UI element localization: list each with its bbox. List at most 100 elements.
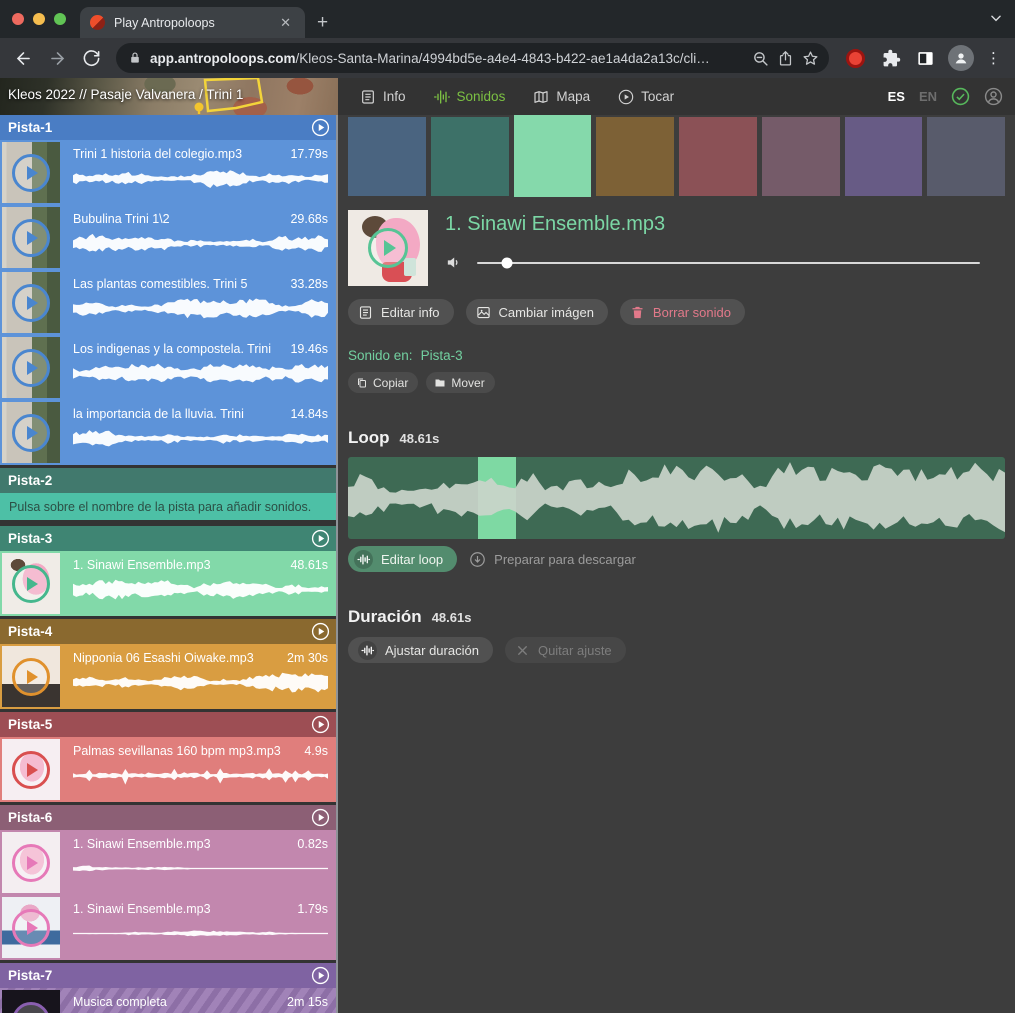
clip-thumbnail[interactable] — [2, 739, 60, 800]
volume-slider[interactable] — [477, 262, 980, 264]
clip-item[interactable]: Los indigenas y la compostela. Trini19.4… — [0, 335, 338, 400]
track-link[interactable]: Pista-3 — [421, 348, 463, 363]
track-header-pista-6[interactable]: Pista-6 — [0, 805, 338, 830]
language-en[interactable]: EN — [919, 89, 937, 104]
nav-item-mapa[interactable]: Mapa — [533, 89, 590, 105]
clip-play-button[interactable] — [12, 909, 50, 947]
clip-text-row: 1. Sinawi Ensemble.mp31.79s — [73, 902, 328, 916]
clip-thumbnail[interactable] — [2, 272, 60, 333]
track-play-button[interactable] — [311, 715, 330, 734]
map-thumbnail[interactable]: Kleos 2022 // Pasaje Valvanera / Trini 1 — [0, 78, 338, 115]
volume-slider-thumb[interactable] — [502, 257, 513, 268]
track-color-swatch[interactable] — [845, 117, 923, 196]
nav-item-sonidos[interactable]: Sonidos — [434, 89, 506, 105]
minimize-window-button[interactable] — [33, 13, 45, 25]
nav-item-info[interactable]: Info — [360, 89, 406, 105]
clip-thumbnail[interactable] — [2, 142, 60, 203]
close-tab-icon[interactable]: ✕ — [276, 13, 295, 33]
nav-item-tocar[interactable]: Tocar — [618, 89, 674, 105]
account-icon[interactable] — [984, 87, 1003, 106]
track-header-pista-5[interactable]: Pista-5 — [0, 712, 338, 737]
clip-item[interactable]: 1. Sinawi Ensemble.mp31.79s — [0, 895, 338, 960]
clip-thumbnail[interactable] — [2, 897, 60, 958]
track-play-button[interactable] — [311, 966, 330, 985]
track-play-button[interactable] — [311, 118, 330, 137]
clip-item[interactable]: Palmas sevillanas 160 bpm mp3.mp34.9s — [0, 737, 338, 802]
track-play-button[interactable] — [311, 622, 330, 641]
clip-thumbnail[interactable] — [2, 990, 60, 1013]
track-color-swatch[interactable] — [514, 115, 592, 197]
edit-loop-button[interactable]: Editar loop — [348, 546, 457, 572]
edit-info-button[interactable]: Editar info — [348, 299, 454, 325]
address-bar[interactable]: app.antropoloops.com/Kleos-Santa-Marina/… — [116, 43, 829, 73]
reload-button[interactable] — [76, 43, 106, 73]
clip-play-button[interactable] — [12, 154, 50, 192]
clip-thumbnail[interactable] — [2, 402, 60, 463]
track-play-button[interactable] — [311, 529, 330, 548]
track-color-swatch[interactable] — [596, 117, 674, 196]
sound-image[interactable] — [348, 210, 428, 286]
close-window-button[interactable] — [12, 13, 24, 25]
forward-button[interactable] — [42, 43, 72, 73]
clip-play-button[interactable] — [12, 284, 50, 322]
track-header-pista-4[interactable]: Pista-4 — [0, 619, 338, 644]
bookmark-star-icon[interactable] — [802, 50, 819, 67]
track-color-swatch[interactable] — [762, 117, 840, 196]
clip-item[interactable]: Bubulina Trini 1\229.68s — [0, 205, 338, 270]
track-color-swatch[interactable] — [927, 117, 1005, 196]
change-image-button[interactable]: Cambiar imágen — [466, 299, 608, 325]
remove-adjust-button[interactable]: Quitar ajuste — [505, 637, 626, 663]
clip-item[interactable]: Musica completa2m 15s — [0, 988, 338, 1013]
copy-button[interactable]: Copiar — [348, 372, 418, 393]
adjust-duration-button[interactable]: Ajustar duración — [348, 637, 493, 663]
side-panel-icon[interactable] — [910, 43, 940, 73]
sidebar-scrollbar[interactable] — [336, 115, 338, 1013]
recorder-extension-icon[interactable] — [846, 49, 865, 68]
extensions-puzzle-icon[interactable] — [876, 43, 906, 73]
track-header-pista-3[interactable]: Pista-3 — [0, 526, 338, 551]
clip-item[interactable]: Las plantas comestibles. Trini 533.28s — [0, 270, 338, 335]
clip-thumbnail[interactable] — [2, 832, 60, 893]
tab-search-chevron-icon[interactable] — [989, 11, 1003, 30]
track-header-pista-7[interactable]: Pista-7 — [0, 963, 338, 988]
play-sound-button[interactable] — [368, 228, 408, 268]
zoom-out-page-icon[interactable] — [752, 50, 769, 67]
clip-play-button[interactable] — [12, 1002, 50, 1013]
clip-thumbnail[interactable] — [2, 207, 60, 268]
track-play-button[interactable] — [311, 808, 330, 827]
back-button[interactable] — [8, 43, 38, 73]
track-color-swatch[interactable] — [431, 117, 509, 196]
track-color-swatch[interactable] — [679, 117, 757, 196]
clip-thumbnail[interactable] — [2, 646, 60, 707]
clip-play-button[interactable] — [12, 349, 50, 387]
language-es[interactable]: ES — [888, 89, 905, 104]
clip-item[interactable]: la importancia de la lluvia. Trini14.84s — [0, 400, 338, 465]
track-name: Pista-4 — [8, 624, 311, 639]
clip-play-button[interactable] — [12, 751, 50, 789]
delete-sound-button[interactable]: Borrar sonido — [620, 299, 745, 325]
new-tab-button[interactable]: + — [305, 12, 342, 38]
saved-check-icon[interactable] — [951, 87, 970, 106]
clip-waveform — [73, 855, 328, 882]
profile-avatar[interactable] — [948, 45, 974, 71]
clip-play-button[interactable] — [12, 414, 50, 452]
prepare-download-button[interactable]: Preparar para descargar — [469, 551, 636, 568]
track-header-pista-1[interactable]: Pista-1 — [0, 115, 338, 140]
clip-play-button[interactable] — [12, 844, 50, 882]
track-color-swatch[interactable] — [348, 117, 426, 196]
clip-item[interactable]: 1. Sinawi Ensemble.mp30.82s — [0, 830, 338, 895]
clip-item[interactable]: 1. Sinawi Ensemble.mp348.61s — [0, 551, 338, 616]
clip-play-button[interactable] — [12, 219, 50, 257]
browser-tab[interactable]: Play Antropoloops ✕ — [80, 7, 305, 38]
clip-play-button[interactable] — [12, 658, 50, 696]
browser-menu-icon[interactable]: ⋮ — [982, 49, 1005, 67]
share-icon[interactable] — [777, 50, 794, 67]
clip-thumbnail[interactable] — [2, 553, 60, 614]
zoom-window-button[interactable] — [54, 13, 66, 25]
clip-item[interactable]: Nipponia 06 Esashi Oiwake.mp32m 30s — [0, 644, 338, 709]
clip-play-button[interactable] — [12, 565, 50, 603]
clip-item[interactable]: Trini 1 historia del colegio.mp317.79s — [0, 140, 338, 205]
track-header-pista-2[interactable]: Pista-2 — [0, 468, 338, 493]
move-button[interactable]: Mover — [426, 372, 494, 393]
clip-thumbnail[interactable] — [2, 337, 60, 398]
